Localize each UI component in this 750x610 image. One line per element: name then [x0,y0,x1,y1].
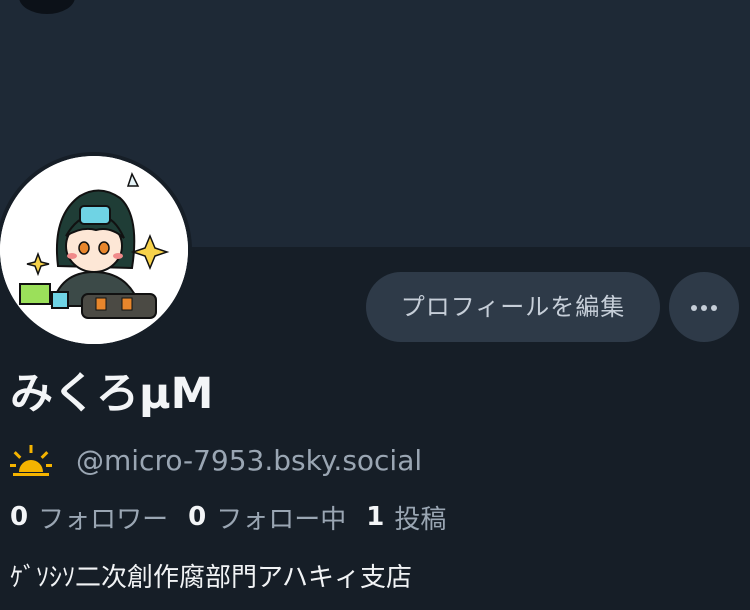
followers-count[interactable]: 0 [10,502,28,532]
display-name: みくろμM [10,369,214,419]
edit-profile-button[interactable]: プロフィールを編集 [366,272,660,342]
stats-row: 0 フォロワー 0 フォロー中 1 投稿 [10,497,466,537]
bio: ｹﾞｿｼｿ二次創作腐部門アハキィ支店 [10,563,412,593]
avatar[interactable] [0,152,192,348]
following-count[interactable]: 0 [188,502,206,532]
more-options-button[interactable] [669,272,739,342]
avatar-illustration [0,156,188,344]
posts-count: 1 [366,502,385,532]
handle[interactable]: @micro-7953.bsky.social [76,444,422,477]
following-label[interactable]: フォロー中 [216,499,346,536]
sun-icon [10,445,52,476]
posts-label: 投稿 [394,504,447,535]
followers-label[interactable]: フォロワー [38,499,168,536]
handle-row: @micro-7953.bsky.social [10,440,422,480]
